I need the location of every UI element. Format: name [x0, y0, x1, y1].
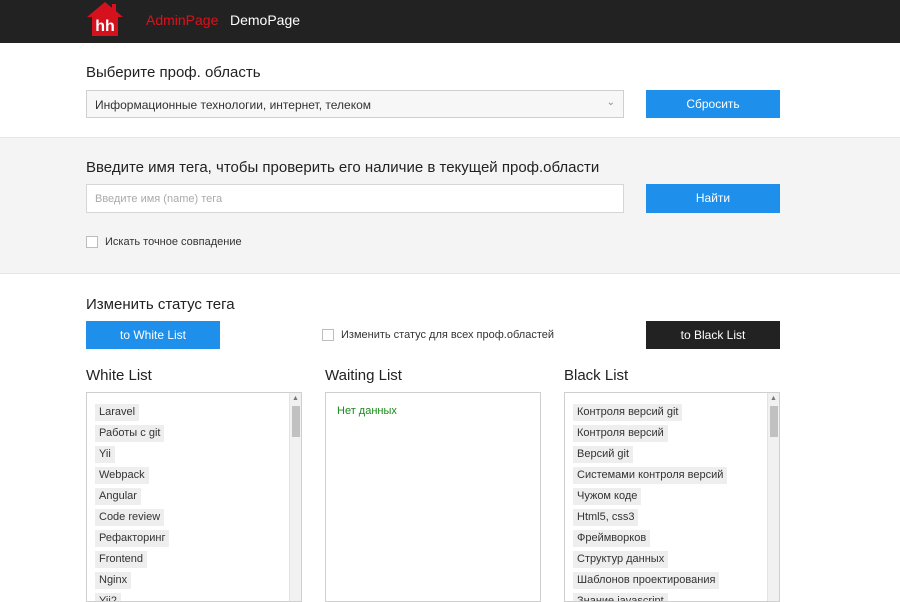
list-item: Yii [95, 444, 169, 465]
exact-match-checkbox[interactable] [86, 236, 98, 248]
list-item: Контроля версий [573, 423, 727, 444]
list-item: Рефакторинг [95, 528, 170, 549]
white-list-scrollbar[interactable]: ▲ [289, 393, 301, 601]
to-black-list-button[interactable]: to Black List [646, 321, 780, 349]
tag-chip[interactable]: Code review [95, 509, 165, 526]
list-item: Системами контроля версий [573, 465, 728, 486]
tag-chip[interactable]: Фреймворков [573, 530, 651, 547]
chevron-down-icon: ⌄ [606, 97, 615, 108]
list-item: Angular [95, 486, 169, 507]
scroll-thumb[interactable] [770, 406, 778, 437]
tag-chip[interactable]: Yii2 [95, 593, 121, 601]
tag-chip[interactable]: Nginx [95, 572, 132, 589]
white-list-title: White List [86, 367, 152, 384]
tag-chip[interactable]: Версий git [573, 446, 634, 463]
list-item: Html5, css3 [573, 507, 727, 528]
scroll-thumb[interactable] [292, 406, 300, 437]
change-status-title: Изменить статус тега [86, 296, 235, 313]
list-item: Чужом коде [573, 486, 727, 507]
list-item: Версий git [573, 444, 727, 465]
white-list-box[interactable]: Laravel Работы с git Yii Webpack Angular Code… [86, 392, 302, 602]
waiting-list-box[interactable]: Нет данных [325, 392, 541, 602]
tag-chip[interactable]: Yii [95, 446, 115, 463]
reset-button[interactable]: Сбросить [646, 90, 780, 118]
tag-chip[interactable]: Laravel [95, 404, 140, 421]
list-item: Шаблонов проектирования [573, 570, 727, 591]
tag-chip[interactable]: Angular [95, 488, 141, 505]
scroll-up-icon[interactable]: ▲ [770, 395, 777, 402]
all-areas-label: Изменить статус для всех проф.областей [341, 329, 554, 341]
tag-chip[interactable]: Webpack [95, 467, 149, 484]
black-list-box[interactable]: Контроля версий git Контроля версий Версий… [564, 392, 780, 602]
waiting-list-empty-text: Нет данных [337, 405, 397, 417]
nav-link-admin[interactable]: AdminPage [146, 12, 218, 28]
list-item: Знание javascript [573, 591, 727, 601]
tag-chip[interactable]: Frontend [95, 551, 148, 568]
hh-logo-icon[interactable]: hh [86, 1, 124, 37]
list-item: Работы с git [95, 423, 169, 444]
list-item: Yii2 [95, 591, 169, 601]
tag-search-section: Введите имя тега, чтобы проверить его на… [0, 137, 900, 274]
list-item: Code review [95, 507, 169, 528]
tag-name-input[interactable] [86, 184, 624, 213]
tag-chip[interactable]: Работы с git [95, 425, 165, 442]
tag-chip[interactable]: Системами контроля версий [573, 467, 728, 484]
black-list-items: Контроля версий git Контроля версий Версий… [573, 402, 728, 601]
black-list-title: Black List [564, 367, 629, 384]
tag-chip[interactable]: Контроля версий git [573, 404, 683, 421]
area-title: Выберите проф. область [86, 64, 261, 81]
to-white-list-button[interactable]: to White List [86, 321, 220, 349]
tag-chip[interactable]: Рефакторинг [95, 530, 170, 547]
tag-chip[interactable]: Контроля версий [573, 425, 668, 442]
logo-text: hh [95, 18, 115, 35]
tag-chip[interactable]: Чужом коде [573, 488, 642, 505]
area-select[interactable]: Информационные технологии, интернет, тел… [86, 90, 624, 118]
top-navbar: hh AdminPage DemoPage [0, 0, 900, 43]
tag-chip[interactable]: Структур данных [573, 551, 669, 568]
list-item: Laravel [95, 402, 169, 423]
list-item: Контроля версий git [573, 402, 727, 423]
white-list-items: Laravel Работы с git Yii Webpack Angular Code… [95, 402, 170, 601]
tag-search-title: Введите имя тега, чтобы проверить его на… [86, 159, 600, 176]
find-button[interactable]: Найти [646, 184, 780, 213]
scroll-up-icon[interactable]: ▲ [292, 395, 299, 402]
list-item: Структур данных [573, 549, 727, 570]
nav-link-demo[interactable]: DemoPage [230, 12, 300, 28]
exact-match-label: Искать точное совпадение [105, 236, 242, 248]
tag-chip[interactable]: Html5, css3 [573, 509, 639, 526]
list-item: Nginx [95, 570, 169, 591]
tag-chip[interactable]: Знание javascript [573, 593, 668, 601]
black-list-scrollbar[interactable]: ▲ [767, 393, 779, 601]
tag-chip[interactable]: Шаблонов проектирования [573, 572, 720, 589]
waiting-list-title: Waiting List [325, 367, 402, 384]
all-areas-checkbox[interactable] [322, 329, 334, 341]
area-section: Выберите проф. область Информационные те… [0, 43, 900, 137]
list-item: Webpack [95, 465, 169, 486]
area-select-value: Информационные технологии, интернет, тел… [95, 98, 371, 112]
list-item: Фреймворков [573, 528, 727, 549]
list-item: Frontend [95, 549, 169, 570]
